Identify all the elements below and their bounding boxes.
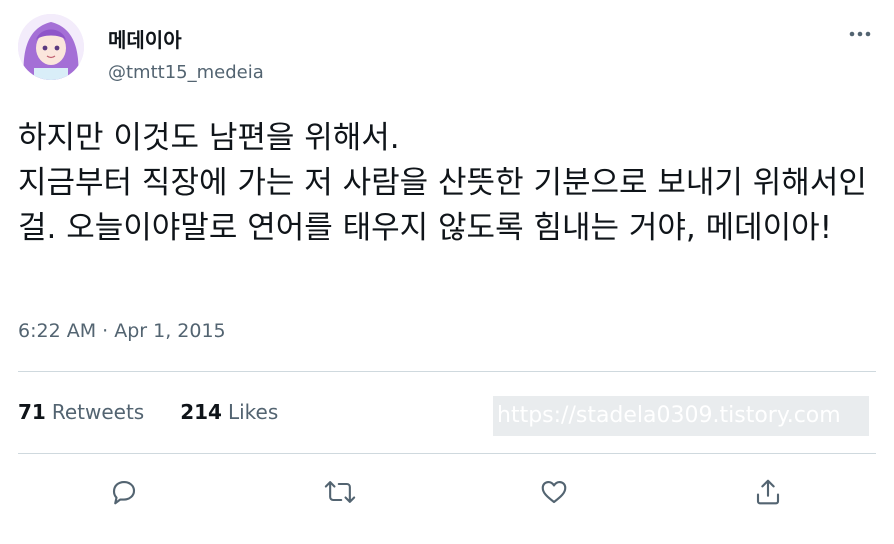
retweet-button[interactable]: [320, 472, 360, 512]
like-button[interactable]: [534, 472, 574, 512]
more-options-icon: [849, 31, 871, 37]
retweets-label: Retweets: [51, 400, 145, 424]
likes-label: Likes: [227, 400, 279, 424]
avatar-image: [18, 14, 84, 80]
avatar[interactable]: [18, 14, 84, 80]
divider: [18, 371, 876, 372]
action-bar: [0, 468, 894, 514]
watermark: https://stadela0309.tistory.com: [493, 396, 869, 436]
tweet-text: 하지만 이것도 남편을 위해서. 지금부터 직장에 가는 저 사람을 산뜻한 기…: [18, 120, 867, 246]
tweet-timestamp[interactable]: 6:22 AM · Apr 1, 2015: [18, 320, 226, 342]
display-name[interactable]: 메데이아: [108, 24, 182, 53]
share-icon: [756, 479, 780, 505]
user-handle[interactable]: @tmtt15_medeia: [108, 62, 264, 83]
likes-stat[interactable]: 214 Likes: [180, 400, 278, 424]
likes-count: 214: [180, 400, 222, 424]
more-options-button[interactable]: [842, 22, 878, 46]
reply-button[interactable]: [104, 472, 144, 512]
tweet-stats: 71 Retweets 214 Likes: [18, 400, 278, 424]
share-button[interactable]: [748, 472, 788, 512]
divider: [18, 453, 876, 454]
like-icon: [541, 480, 567, 504]
retweets-stat[interactable]: 71 Retweets: [18, 400, 144, 424]
retweets-count: 71: [18, 400, 46, 424]
retweet-icon: [324, 481, 356, 503]
reply-icon: [112, 480, 136, 505]
